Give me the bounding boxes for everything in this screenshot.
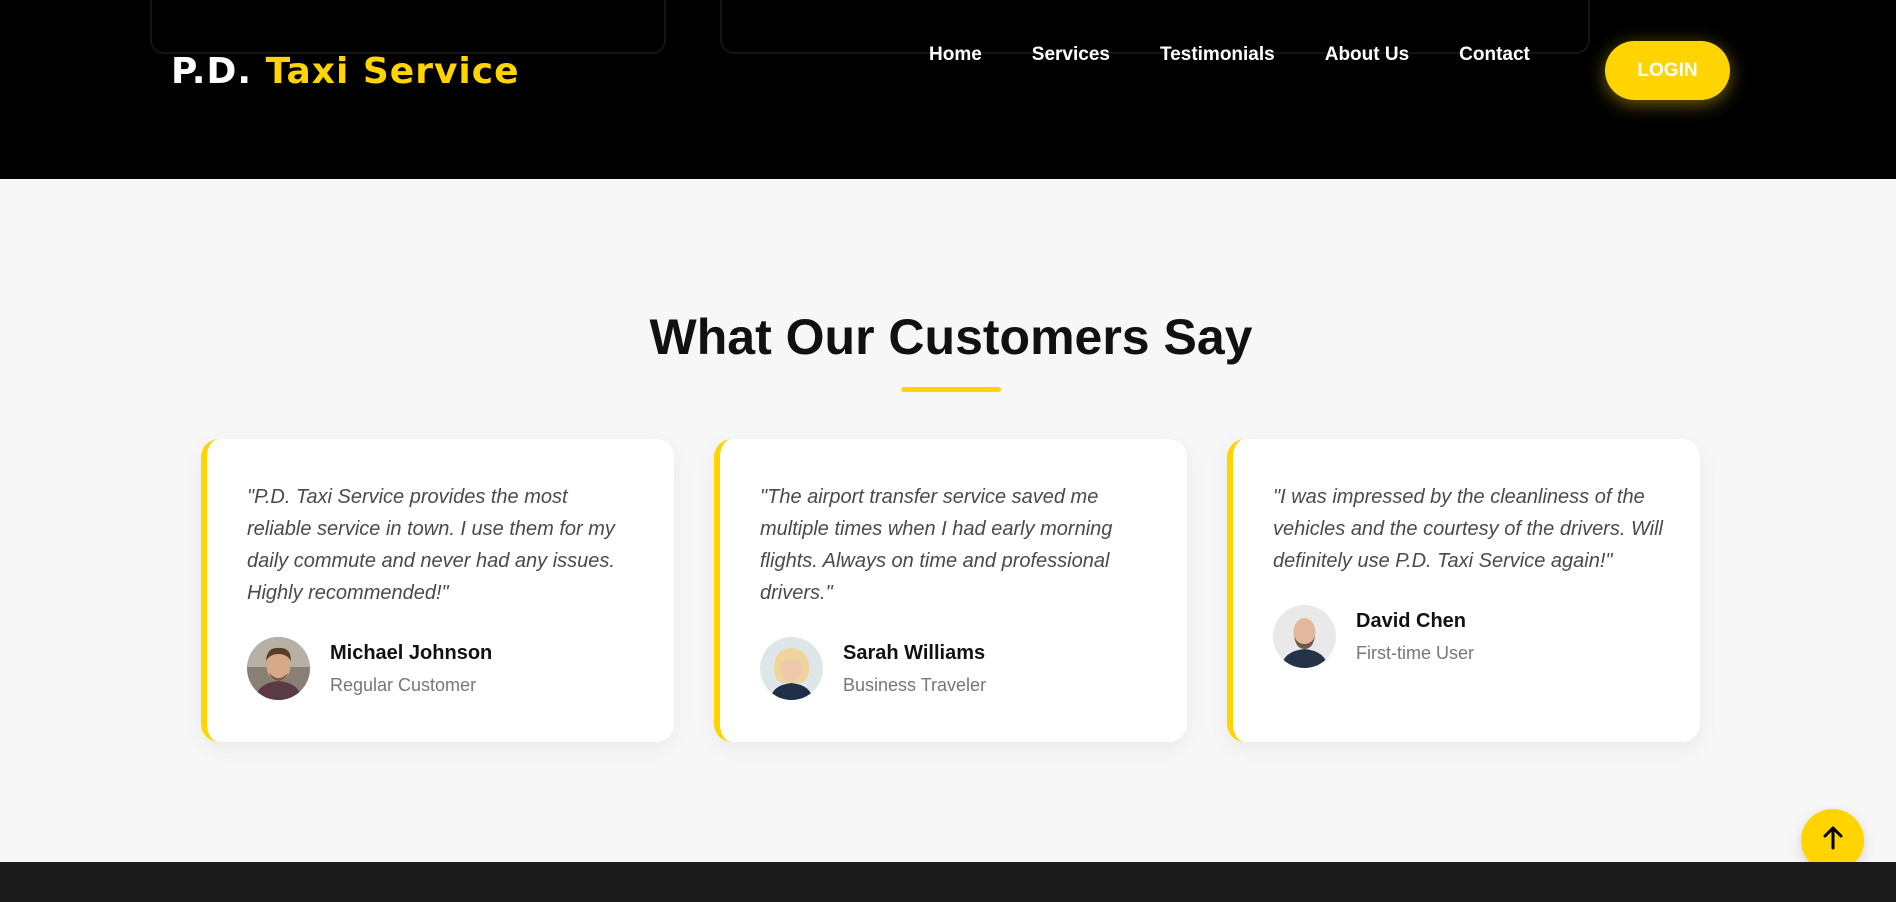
avatar [1273,605,1336,668]
author-name: David Chen [1356,610,1467,632]
arrow-up-icon [1820,825,1846,856]
title-underline [901,387,1001,392]
nav-contact[interactable]: Contact [1459,44,1530,66]
author-name: Michael Johnson [330,642,493,664]
nav-testimonials[interactable]: Testimonials [1160,44,1275,66]
nav-services[interactable]: Services [1032,44,1110,66]
main-nav: Home Services Testimonials About Us Cont… [929,44,1530,66]
author-role: Regular Customer [330,675,477,695]
avatar [760,637,823,700]
testimonial-author: Michael Johnson Regular Customer [247,637,492,700]
author-name: Sarah Williams [843,642,986,664]
site-logo[interactable]: P.D. Taxi Service [171,51,520,92]
logo-text-primary: P.D. [171,51,253,92]
nav-home[interactable]: Home [929,44,982,66]
testimonial-author: David Chen First-time User [1273,605,1474,668]
testimonial-card: "The airport transfer service saved me m… [714,439,1187,742]
site-header: P.D. Taxi Service Home Services Testimon… [0,0,1896,179]
author-role: First-time User [1356,643,1474,663]
testimonial-quote: "P.D. Taxi Service provides the most rel… [247,486,615,604]
section-title: What Our Customers Say [649,309,1253,365]
decorative-card-edge [150,0,666,54]
testimonial-author: Sarah Williams Business Traveler [760,637,986,700]
logo-text-accent: Taxi Service [265,51,520,92]
author-role: Business Traveler [843,675,987,695]
nav-about-us[interactable]: About Us [1325,44,1409,66]
testimonial-card: "I was impressed by the cleanliness of t… [1227,439,1700,742]
site-footer [0,862,1896,902]
login-button[interactable]: LOGIN [1605,41,1730,100]
testimonial-card: "P.D. Taxi Service provides the most rel… [201,439,674,742]
avatar [247,637,310,700]
testimonial-quote: "I was impressed by the cleanliness of t… [1273,486,1663,572]
testimonial-quote: "The airport transfer service saved me m… [760,486,1113,604]
